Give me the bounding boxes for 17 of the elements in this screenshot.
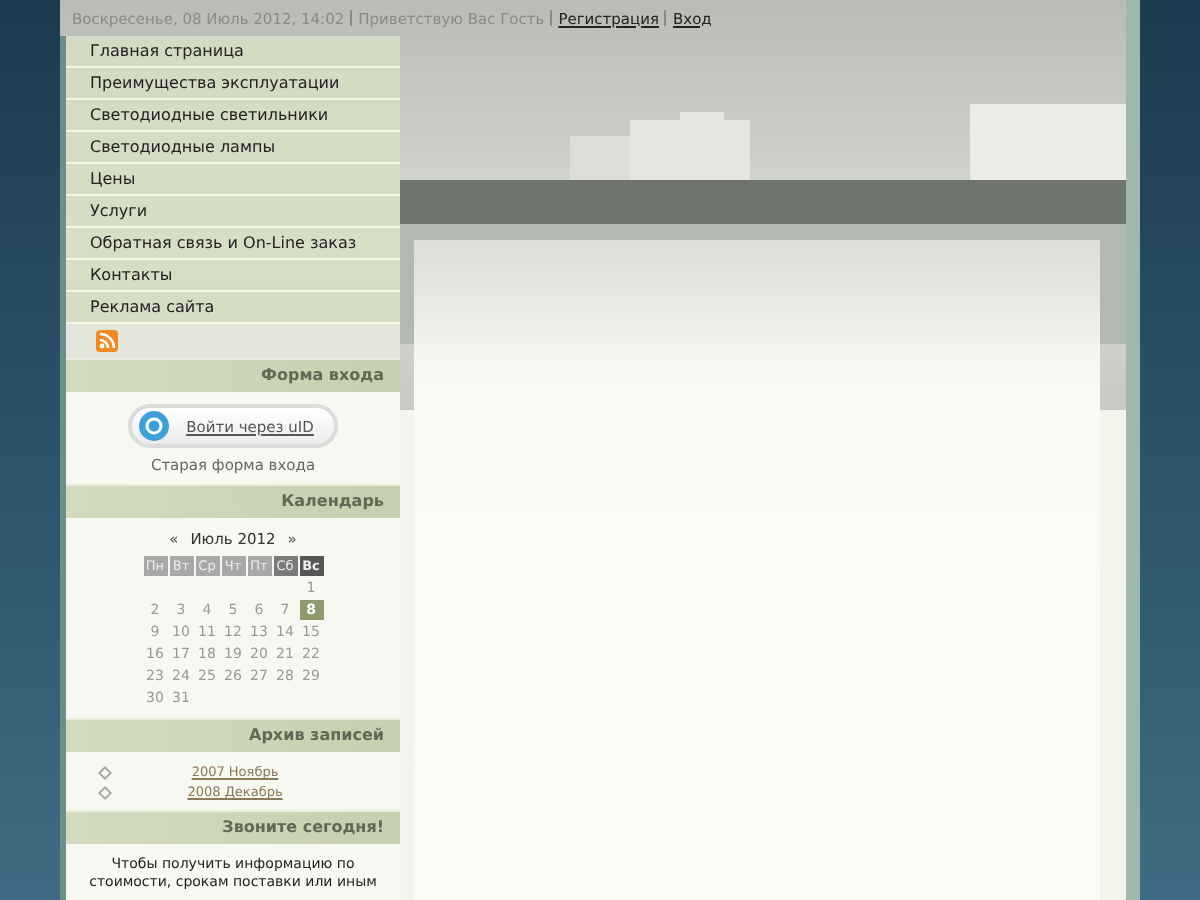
- menu-item[interactable]: Услуги: [66, 196, 400, 228]
- menu-item[interactable]: Преимущества эксплуатации: [66, 68, 400, 100]
- menu-item[interactable]: Обратная связь и On-Line заказ: [66, 228, 400, 260]
- section-header: Форма входа: [66, 358, 400, 392]
- menu-item[interactable]: Светодиодные светильники: [66, 100, 400, 132]
- uid-icon: [138, 410, 171, 442]
- bullet-icon: [97, 784, 113, 800]
- rss-icon[interactable]: [96, 330, 118, 352]
- menu-item[interactable]: Реклама сайта: [66, 292, 400, 324]
- section-header: Звоните сегодня!: [66, 810, 400, 844]
- menu-item[interactable]: Светодиодные лампы: [66, 132, 400, 164]
- section-header: Архив записей: [66, 718, 400, 752]
- menu-item[interactable]: Главная страница: [66, 36, 400, 68]
- bullet-icon: [97, 764, 113, 780]
- section-header: Календарь: [66, 484, 400, 518]
- menu-item[interactable]: Цены: [66, 164, 400, 196]
- menu-item[interactable]: Контакты: [66, 260, 400, 292]
